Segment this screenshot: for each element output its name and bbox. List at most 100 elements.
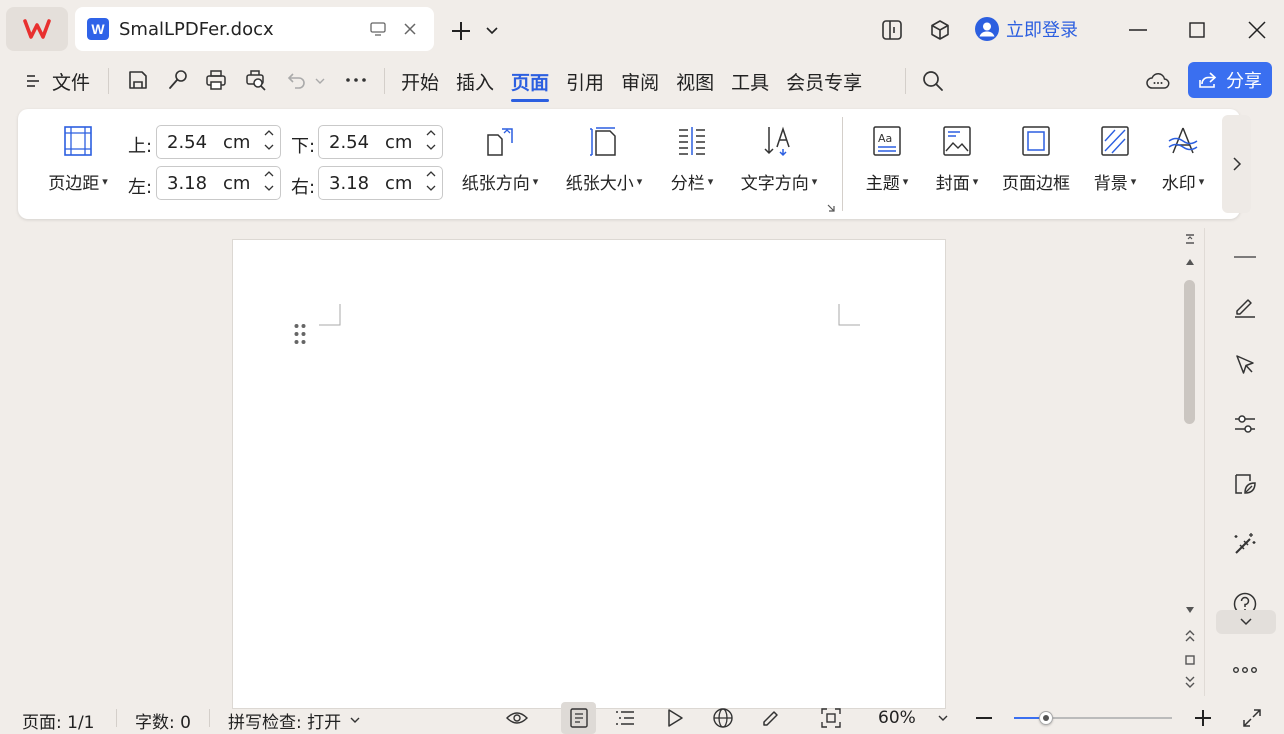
split-handle-icon[interactable]	[1184, 233, 1196, 245]
eye-protection-icon[interactable]	[504, 705, 530, 731]
tab-tools[interactable]: 工具	[731, 68, 769, 95]
scroll-up-icon[interactable]	[1186, 259, 1194, 265]
cloud-icon[interactable]	[1144, 67, 1172, 95]
tab-insert[interactable]: 插入	[456, 68, 494, 95]
drag-handle-icon[interactable]	[294, 323, 306, 345]
spin-up-icon[interactable]	[264, 170, 274, 177]
fullscreen-icon[interactable]	[1239, 705, 1265, 731]
new-tab-icon[interactable]	[447, 17, 475, 45]
select-cursor-icon[interactable]	[1229, 349, 1261, 381]
print-icon[interactable]	[203, 67, 229, 93]
watermark-button[interactable]: 水印 ▾	[1152, 125, 1214, 194]
format-painter-icon[interactable]	[165, 67, 191, 93]
background-icon	[1101, 126, 1129, 156]
fit-page-icon[interactable]	[818, 705, 844, 731]
save-icon[interactable]	[125, 67, 151, 93]
document-tab[interactable]: W SmalLPDFer.docx	[75, 7, 434, 51]
scroll-down-icon[interactable]	[1186, 607, 1194, 613]
tab-list-chevron-icon[interactable]	[483, 22, 501, 40]
adjust-sliders-icon[interactable]	[1229, 408, 1261, 440]
top-margin-input[interactable]: 2.54 cm	[156, 125, 281, 159]
file-menu[interactable]: 文件	[26, 67, 90, 95]
annotate-pen-icon[interactable]	[758, 705, 784, 731]
spell-check-toggle[interactable]: 拼写检查: 打开	[228, 708, 360, 733]
left-margin-input[interactable]: 3.18 cm	[156, 166, 281, 200]
caret-down-icon[interactable]: ▾	[637, 175, 643, 188]
next-page-icon[interactable]	[1185, 676, 1195, 688]
maximize-icon[interactable]	[1183, 16, 1211, 44]
text-direction-button[interactable]: 文字方向 ▾	[732, 125, 826, 194]
pen-edit-icon[interactable]	[1229, 290, 1261, 322]
spin-down-icon[interactable]	[264, 144, 274, 151]
cube-icon[interactable]	[926, 16, 954, 44]
bottom-margin-input[interactable]: 2.54 cm	[318, 125, 443, 159]
ai-document-icon[interactable]	[1229, 468, 1261, 500]
share-button[interactable]: 分享	[1188, 62, 1272, 98]
close-tab-icon[interactable]	[398, 17, 422, 41]
collapse-panel-icon[interactable]	[1229, 241, 1261, 273]
spin-up-icon[interactable]	[426, 129, 436, 136]
ribbon-scroll-right-button[interactable]	[1222, 115, 1251, 213]
print-preview-icon[interactable]	[243, 67, 269, 93]
caret-down-icon[interactable]: ▾	[973, 175, 979, 188]
panel-expand-button[interactable]	[1216, 610, 1276, 634]
tab-home[interactable]: 开始	[401, 68, 439, 95]
close-window-icon[interactable]	[1243, 16, 1271, 44]
magic-tools-icon[interactable]	[1229, 528, 1261, 560]
margins-button[interactable]: 页边距 ▾	[40, 125, 116, 194]
more-options-icon[interactable]	[1229, 654, 1261, 686]
undo-icon[interactable]	[284, 67, 310, 93]
tab-page[interactable]: 页面	[511, 68, 550, 102]
wps-logo-button[interactable]	[6, 7, 68, 51]
spin-up-icon[interactable]	[426, 170, 436, 177]
undo-dropdown-icon[interactable]	[313, 74, 327, 88]
theme-button[interactable]: Aa 主题 ▾	[856, 125, 918, 194]
more-icon[interactable]	[342, 67, 370, 93]
previous-page-icon[interactable]	[1185, 630, 1195, 642]
background-button[interactable]: 背景 ▾	[1084, 125, 1146, 194]
zoom-slider-thumb[interactable]	[1039, 711, 1053, 725]
page-border-button[interactable]: 页面边框	[996, 125, 1076, 194]
minimize-icon[interactable]	[1124, 16, 1152, 44]
spin-down-icon[interactable]	[426, 144, 436, 151]
cover-button[interactable]: 封面 ▾	[926, 125, 988, 194]
spin-up-icon[interactable]	[264, 129, 274, 136]
document-page[interactable]	[232, 239, 946, 709]
caret-down-icon[interactable]: ▾	[903, 175, 909, 188]
spin-down-icon[interactable]	[264, 185, 274, 192]
login-button[interactable]: 立即登录	[975, 15, 1078, 43]
zoom-slider[interactable]	[1014, 711, 1172, 725]
caret-down-icon[interactable]: ▾	[708, 175, 714, 188]
caret-down-icon[interactable]: ▾	[812, 175, 818, 188]
search-icon[interactable]	[919, 67, 947, 95]
zoom-out-icon[interactable]	[972, 705, 996, 731]
right-margin-input[interactable]: 3.18 cm	[318, 166, 443, 200]
page-setup-launcher-icon[interactable]	[826, 203, 838, 215]
zoom-value: 60%	[878, 708, 916, 728]
zoom-select[interactable]: 60%	[878, 708, 948, 728]
spin-down-icon[interactable]	[426, 185, 436, 192]
orientation-button[interactable]: 纸张方向 ▾	[454, 125, 546, 194]
float-window-icon[interactable]	[366, 17, 390, 41]
word-count-status[interactable]: 字数: 0	[135, 708, 191, 733]
caret-down-icon[interactable]: ▾	[533, 175, 539, 188]
play-reading-icon[interactable]	[662, 705, 688, 731]
split-view-icon[interactable]	[878, 16, 906, 44]
select-browse-object-icon[interactable]	[1185, 655, 1195, 665]
caret-down-icon[interactable]: ▾	[102, 175, 108, 188]
page-view-icon[interactable]	[561, 702, 596, 734]
page-count-status[interactable]: 页面: 1/1	[22, 708, 95, 733]
columns-button[interactable]: 分栏 ▾	[658, 125, 726, 194]
tab-member[interactable]: 会员专享	[786, 68, 862, 95]
tab-references[interactable]: 引用	[566, 68, 604, 95]
paper-size-button[interactable]: 纸张大小 ▾	[558, 125, 650, 194]
outline-view-icon[interactable]	[612, 705, 638, 731]
vertical-scrollbar[interactable]	[1181, 228, 1199, 696]
tab-view[interactable]: 视图	[676, 68, 714, 95]
caret-down-icon[interactable]: ▾	[1199, 175, 1205, 188]
caret-down-icon[interactable]: ▾	[1131, 175, 1137, 188]
web-view-icon[interactable]	[710, 705, 736, 731]
zoom-in-icon[interactable]	[1191, 705, 1215, 731]
scroll-thumb[interactable]	[1184, 280, 1195, 424]
tab-review[interactable]: 审阅	[621, 68, 659, 95]
